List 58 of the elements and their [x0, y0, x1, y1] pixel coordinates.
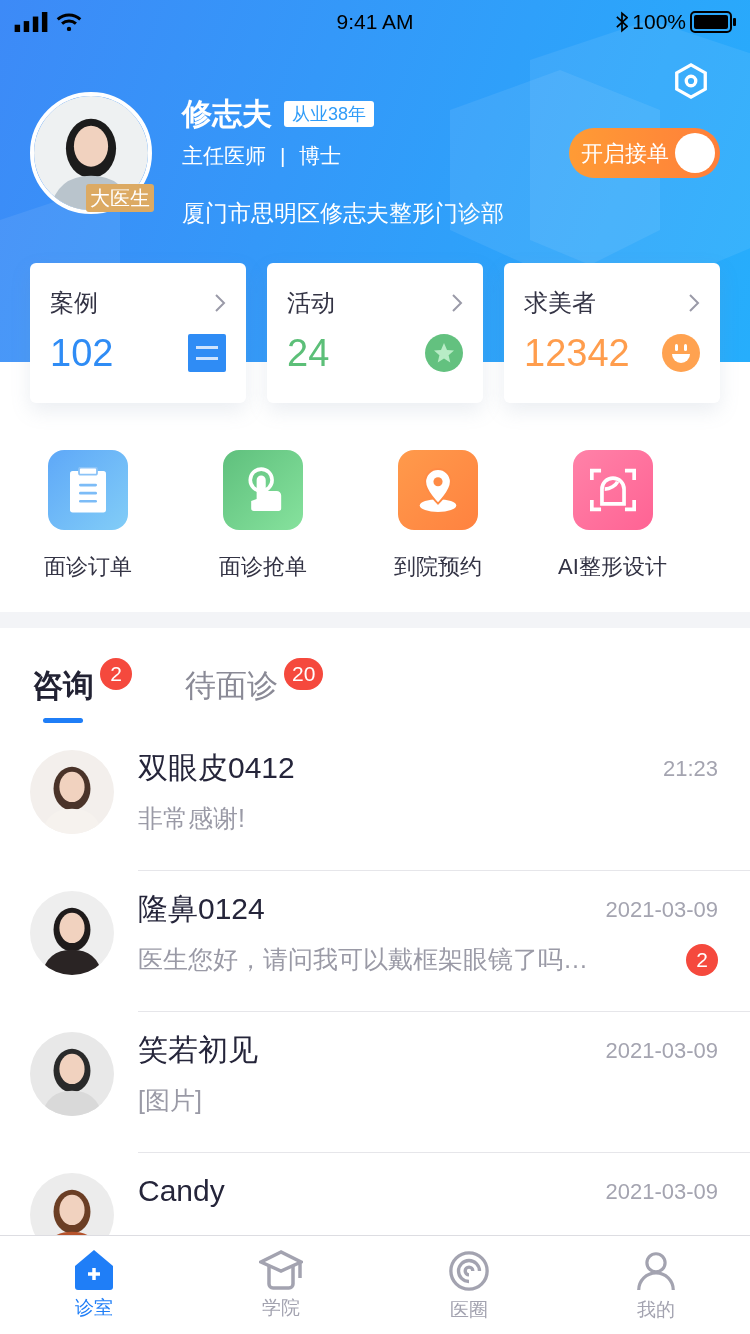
tab[interactable]: 咨询 [32, 664, 94, 708]
message-time: 2021-03-09 [605, 1178, 718, 1206]
contact-name: 隆鼻0124 [138, 891, 265, 927]
quick-action[interactable]: 面诊订单 [0, 450, 175, 612]
message-preview: 医生您好，请问我可以戴框架眼镜了吗… [138, 944, 588, 975]
status-time: 9:41 AM [336, 9, 414, 36]
stat-value: 24 [287, 331, 330, 375]
nav-tab[interactable]: 诊室 [0, 1236, 188, 1334]
chevron-right-icon [688, 293, 700, 313]
tab-indicator [43, 718, 83, 723]
conversation-row[interactable]: 笑若初见 2021-03-09 [图片] [0, 1012, 750, 1153]
stat-label: 活动 [287, 288, 335, 318]
message-time: 21:23 [662, 755, 718, 783]
stat-value: 12342 [524, 331, 630, 375]
message-preview: 非常感谢! [138, 803, 245, 834]
contact-name: 笑若初见 [138, 1032, 258, 1068]
unread-badge: 2 [686, 943, 718, 976]
signal-icon [14, 12, 48, 32]
message-time: 2021-03-09 [605, 896, 718, 924]
contact-name: Candy [138, 1173, 225, 1209]
spiral-icon [447, 1250, 490, 1292]
clipboard-icon [69, 467, 106, 513]
quick-action[interactable]: 到院预约 [350, 450, 525, 612]
list-icon [188, 334, 226, 372]
message-time: 2021-03-09 [605, 1037, 718, 1065]
doctor-title: 主任医师 [182, 143, 266, 169]
quick-action[interactable]: AI整形设计 [525, 450, 700, 612]
smile-icon [662, 334, 700, 372]
separator: | [280, 143, 286, 169]
stat-value: 102 [50, 331, 114, 375]
message-preview: [图片] [138, 1085, 202, 1116]
chevron-right-icon [451, 293, 463, 313]
experience-tag: 从业38年 [284, 101, 375, 127]
stat-label: 求美者 [524, 288, 596, 318]
face-scan-icon [589, 467, 636, 513]
stat-card[interactable]: 案例 102 [30, 263, 246, 403]
wifi-icon [56, 12, 82, 32]
settings-icon[interactable] [672, 62, 710, 100]
quick-action[interactable]: 面诊抢单 [175, 450, 350, 612]
graduation-cap-icon [259, 1250, 304, 1290]
battery-percent: 100% [632, 9, 686, 36]
chevron-right-icon [214, 293, 226, 313]
doctor-degree: 博士 [299, 143, 342, 169]
conversation-row[interactable]: 隆鼻0124 2021-03-09 医生您好，请问我可以戴框架眼镜了吗… 2 [0, 871, 750, 1012]
doctor-name: 修志夫 [182, 96, 272, 132]
conversation-row[interactable]: 双眼皮0412 21:23 非常感谢! [0, 730, 750, 871]
doctor-badge: 大医生 [86, 184, 154, 212]
count-badge: 20 [284, 658, 324, 690]
battery-icon [690, 11, 736, 33]
stat-label: 案例 [50, 288, 98, 318]
contact-name: 双眼皮0412 [138, 750, 295, 786]
stat-card[interactable]: 求美者 12342 [504, 263, 720, 403]
person-icon [636, 1250, 677, 1292]
stat-card[interactable]: 活动 24 [267, 263, 483, 403]
clinic-name: 厦门市思明区修志夫整形门诊部 [182, 198, 504, 228]
count-badge: 2 [100, 658, 132, 690]
bluetooth-icon [616, 11, 629, 33]
home-plus-icon [74, 1250, 113, 1290]
